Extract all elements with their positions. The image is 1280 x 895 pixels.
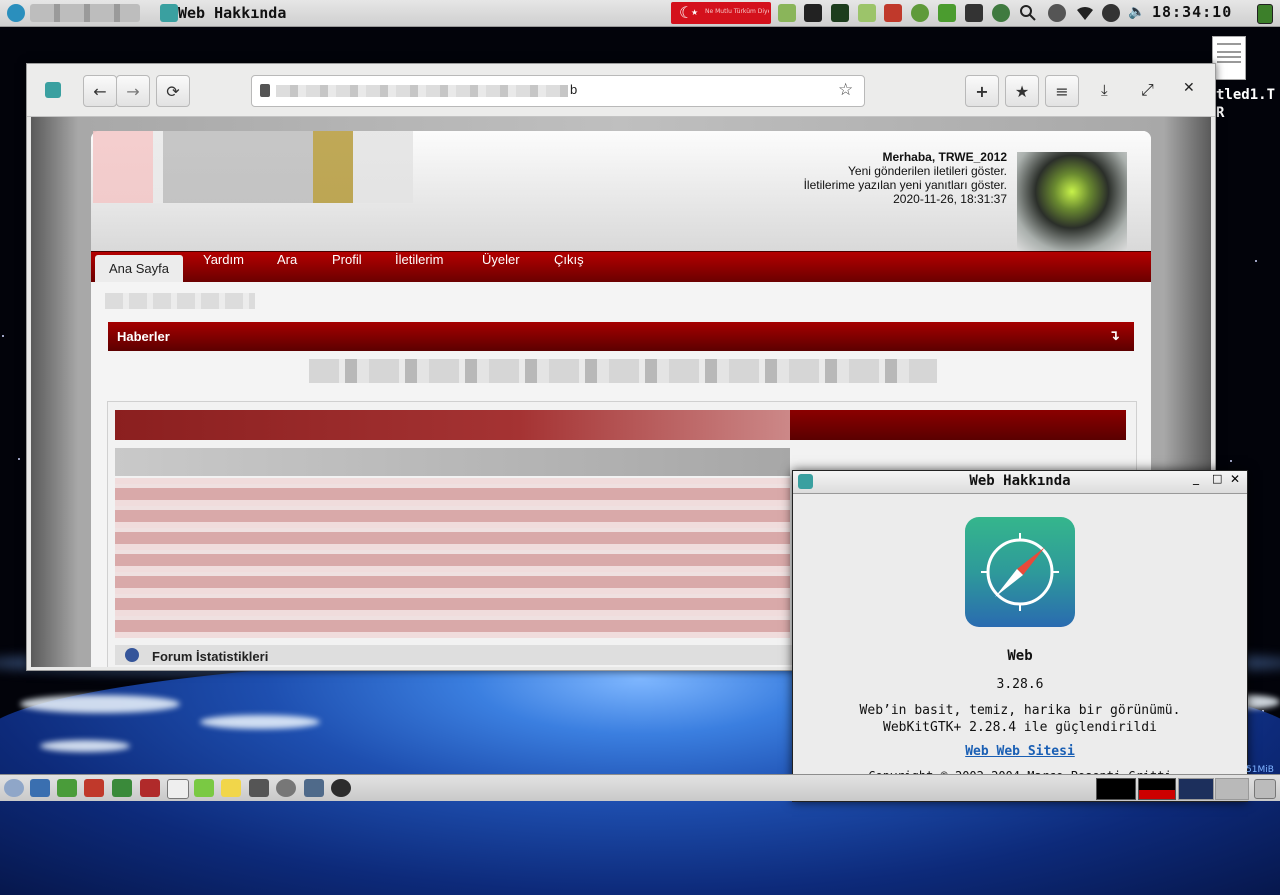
url-text: b [570,82,578,97]
sticky-note-icon[interactable] [221,779,241,797]
bookmark-star-icon[interactable]: ☆ [838,80,853,100]
about-titlebar[interactable]: Web Hakkında _ □ ✕ [793,471,1247,494]
text-editor-icon[interactable] [84,779,104,797]
collapse-icon[interactable]: ↴ [1108,328,1120,344]
network-icon[interactable] [1102,4,1120,22]
redacted-section-title [115,410,790,440]
camera-icon[interactable] [304,779,324,797]
breadcrumb-redacted [105,293,255,309]
avatar[interactable] [1017,152,1127,251]
browser-toolbar: ← → ⟳ b ☆ + ★ ≡ ⤓ ⤢ ✕ [27,64,1215,117]
nav-help[interactable]: Yardım [189,252,258,282]
stats-title: Forum İstatistikleri [152,649,269,664]
memory-graph [1138,778,1176,800]
folder-icon[interactable] [778,4,796,22]
app-name: Web [1007,648,1033,664]
notes-icon[interactable] [194,779,214,797]
about-dialog: Web Hakkında _ □ ✕ Web 3.28.6 Web’in bas… [792,470,1248,802]
news-title: Haberler [117,329,170,344]
app-install-icon[interactable] [938,4,956,22]
app-engine: WebKitGTK+ 2.28.4 ile güçlendirildi [883,720,1157,735]
cpu-graph [1096,778,1136,800]
search-icon[interactable] [1019,4,1037,22]
bookmarks-button[interactable]: ★ [1005,75,1039,107]
app-description: Web’in basit, temiz, harika bir görünümü… [859,703,1181,718]
about-title: Web Hakkında [969,473,1071,489]
browser-app-icon [45,82,61,98]
rss-icon[interactable] [57,779,77,797]
menu-button[interactable]: ≡ [1045,75,1079,107]
workspace-switcher[interactable] [30,4,140,22]
show-desktop-icon[interactable] [4,779,24,797]
clock[interactable]: 18:34:10 [1152,3,1238,23]
document-icon[interactable] [167,779,189,799]
new-replies-link[interactable]: İletilerime yazılan yeni yanıtları göste… [804,178,1007,192]
forward-button[interactable]: → [116,75,150,107]
url-text-redacted [276,85,568,97]
new-tab-button[interactable]: + [965,75,999,107]
nav-search[interactable]: Ara [263,252,311,282]
datetime: 2020-11-26, 18:31:37 [893,192,1007,206]
nav-logout[interactable]: Çıkış [540,252,598,282]
website-link[interactable]: Web Web Sitesi [793,744,1247,759]
p-app-icon[interactable] [112,779,132,797]
mail-icon[interactable] [30,779,50,797]
turkish-flag-icon: ☾ ★ Ne Mutlu Türküm Diyene [671,2,771,24]
active-window-title[interactable]: Web Hakkında [178,4,286,22]
news-header: Haberler ↴ [108,322,1134,351]
disk-icon[interactable] [276,779,296,797]
redacted-text-block [115,478,790,638]
close-button[interactable]: ✕ [1183,80,1195,96]
nav-messages[interactable]: İletilerim [381,252,457,282]
workspace-pager[interactable] [1178,778,1214,800]
battery-icon[interactable] [1257,4,1273,24]
forum-nav: Ana Sayfa Yardım Ara Profil İletilerim Ü… [91,251,1151,282]
system-monitor-icon[interactable] [831,4,849,22]
root-terminal-icon[interactable] [884,4,902,22]
mint-icon[interactable] [858,4,876,22]
lock-icon[interactable] [965,4,983,22]
stats-icon [125,648,139,662]
nav-members[interactable]: Üyeler [468,252,534,282]
security-warning-icon[interactable] [260,84,270,97]
settings-icon[interactable] [1048,4,1066,22]
new-posts-link[interactable]: Yeni gönderilen iletileri göster. [804,164,1007,178]
top-panel: Web Hakkında ☾ ★ Ne Mutlu Türküm Diyene … [0,0,1280,27]
forum-stats-row: Forum İstatistikleri [115,645,792,665]
wifi-icon[interactable] [1075,4,1093,22]
calculator-icon[interactable] [249,779,269,797]
redacted-subheader [115,448,790,476]
compass-icon [965,517,1075,627]
nav-home[interactable]: Ana Sayfa [95,255,183,282]
trash-icon[interactable] [1254,779,1276,799]
web-browser-icon[interactable] [331,779,351,797]
close-dialog-button[interactable]: ✕ [1230,472,1240,486]
news-ticker-redacted [309,359,937,383]
download-button[interactable]: ⤓ [1101,81,1108,99]
terminal-icon[interactable] [804,4,822,22]
memory-label: 51MiB [1246,765,1274,775]
menu-icon[interactable] [7,4,25,22]
desktop-file-icon[interactable] [1212,36,1246,80]
reload-button[interactable]: ⟳ [156,75,190,107]
tor-icon[interactable] [992,4,1010,22]
user-greeting-block: Merhaba, TRWE_2012 Yeni gönderilen ileti… [804,150,1007,206]
web-app-icon [160,4,178,22]
forum-header: Merhaba, TRWE_2012 Yeni gönderilen ileti… [91,131,1151,251]
app-version: 3.28.6 [996,677,1044,692]
forum-logo-redacted [93,131,413,203]
update-icon[interactable] [911,4,929,22]
back-button[interactable]: ← [83,75,117,107]
minimize-button[interactable]: _ [1193,471,1199,485]
url-bar[interactable]: b ☆ [251,75,865,107]
nav-profile[interactable]: Profil [318,252,376,282]
bottom-panel: 51MiB [0,765,1280,801]
greeting: Merhaba, TRWE_2012 [882,150,1008,164]
fullscreen-button[interactable]: ⤢ [1141,80,1154,100]
volume-icon[interactable]: 🔈 [1128,4,1146,22]
workspace-pager-2[interactable] [1215,778,1249,800]
book-icon[interactable] [140,779,160,797]
desktop-file-label: tled1.T R [1216,87,1276,121]
maximize-button[interactable]: □ [1212,472,1222,485]
